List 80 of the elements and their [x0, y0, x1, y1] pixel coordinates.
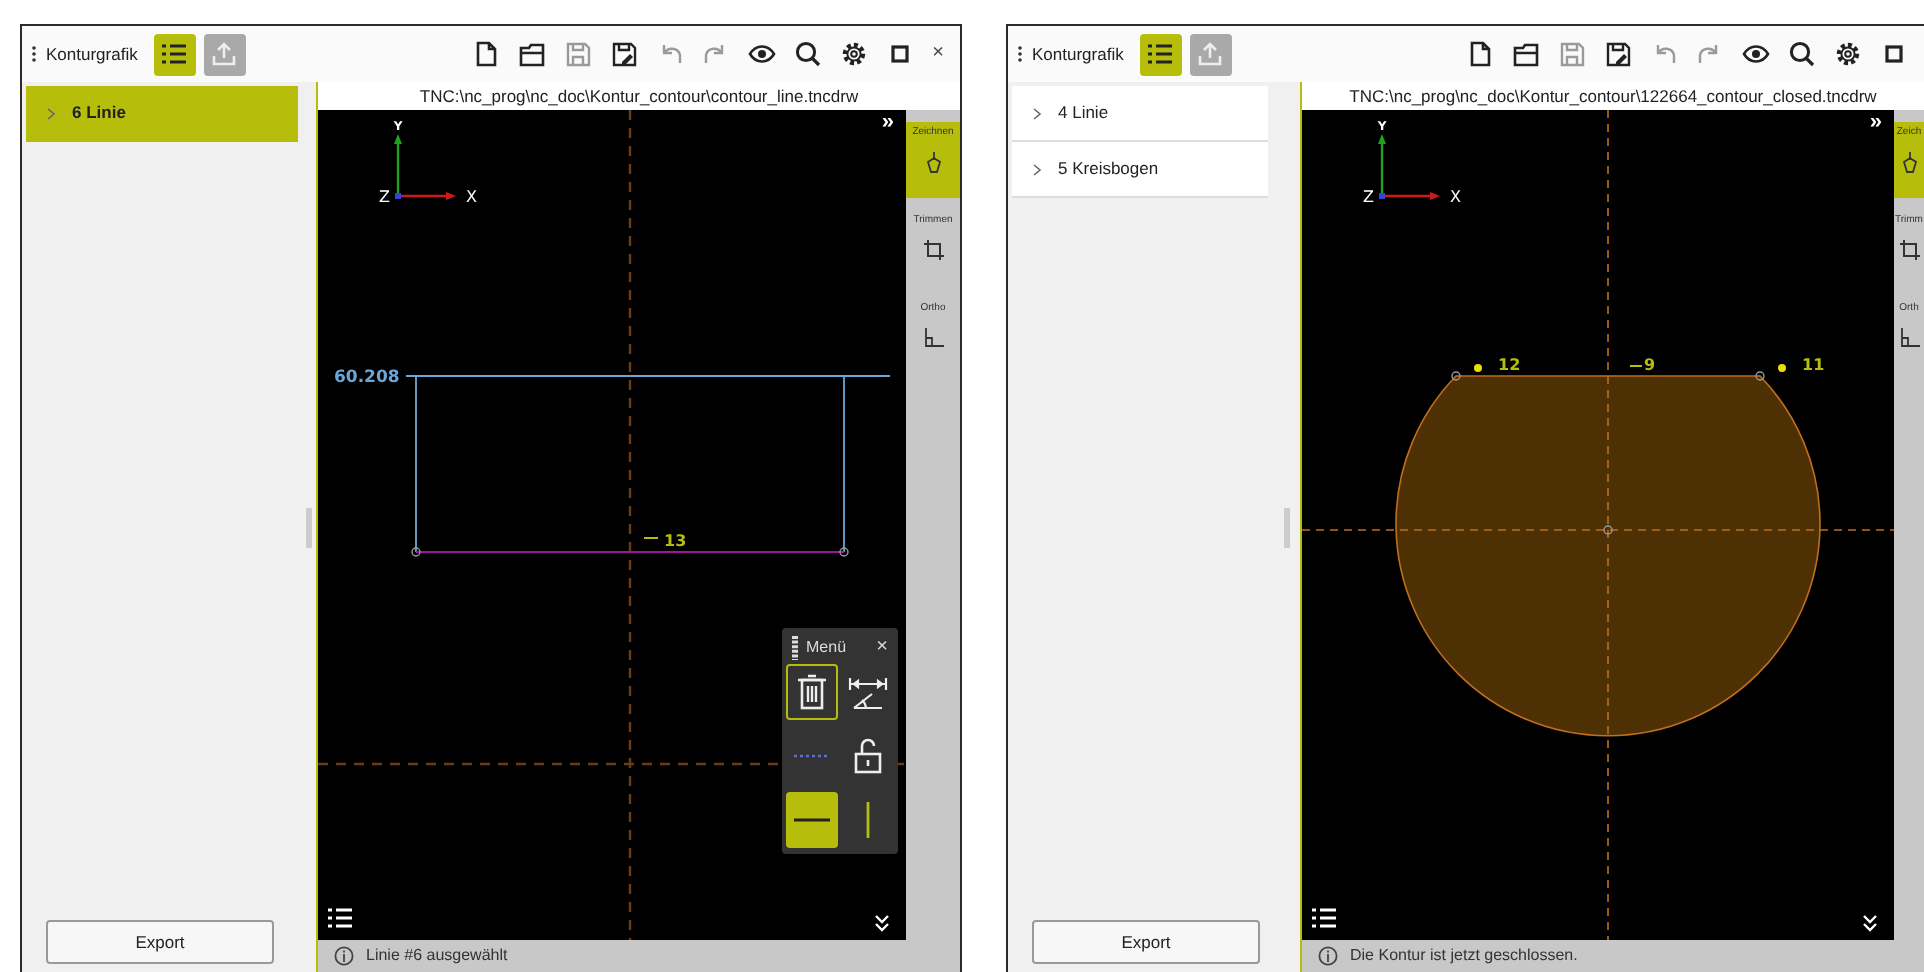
element-number: 9: [1644, 356, 1656, 374]
maximize-icon[interactable]: [886, 40, 915, 68]
export-button[interactable]: Export: [46, 920, 274, 964]
axis-label: X: [466, 188, 477, 206]
element-number: 13: [664, 532, 687, 550]
drag-handle-icon[interactable]: [30, 44, 38, 64]
crop-icon: [1897, 237, 1921, 261]
info-icon: [1318, 946, 1338, 966]
pen-nib-icon: [921, 149, 945, 173]
right-angle-icon: [1897, 325, 1921, 349]
coordinate-axes: [394, 134, 456, 200]
horizontal-line-tool[interactable]: [786, 792, 837, 848]
maximize-icon[interactable]: [1880, 40, 1908, 68]
element-number: 11: [1802, 356, 1825, 374]
list-icon[interactable]: [328, 908, 352, 932]
list-view-button[interactable]: [153, 33, 196, 75]
settings-icon[interactable]: [840, 40, 869, 68]
axis-label: Z: [379, 188, 390, 206]
expand-button[interactable]: »: [881, 112, 894, 134]
status-message: Die Kontur ist jetzt geschlossen.: [1350, 944, 1578, 968]
settings-icon[interactable]: [1834, 40, 1862, 68]
splitter-handle[interactable]: [306, 507, 312, 547]
save-as-icon[interactable]: [610, 40, 639, 68]
right-angle-icon: [921, 325, 945, 349]
contour-element-item[interactable]: 6 Linie: [26, 86, 298, 142]
collapse-icon[interactable]: [1862, 914, 1878, 932]
dimension-value: 60.208: [334, 368, 400, 388]
rectangle-contour[interactable]: [405, 375, 891, 557]
panel-title: Konturgrafik: [1032, 41, 1124, 67]
line-marker: [643, 537, 659, 539]
drag-handle-icon[interactable]: [792, 636, 798, 660]
search-icon[interactable]: [794, 40, 823, 68]
coordinate-axes: [1378, 134, 1440, 200]
axis-label: Z: [1363, 188, 1374, 206]
chevron-icon: [1032, 163, 1042, 175]
contour-element-item[interactable]: 5 Kreisbogen: [1012, 142, 1268, 198]
search-icon[interactable]: [1788, 40, 1816, 68]
save-as-icon[interactable]: [1604, 40, 1632, 68]
info-icon: [334, 946, 354, 966]
vertical-line-icon: [866, 802, 871, 838]
splitter-handle[interactable]: [1283, 507, 1289, 547]
upload-icon: [212, 42, 237, 66]
horizontal-line-icon: [793, 818, 830, 822]
expand-button[interactable]: »: [1869, 112, 1882, 134]
folder-icon[interactable]: [1512, 40, 1540, 68]
pen-nib-icon: [1897, 149, 1921, 173]
file-path: TNC:\nc_prog\nc_doc\Kontur_contour\contour_line.tncdrw: [318, 82, 960, 110]
eye-icon[interactable]: [1742, 40, 1770, 68]
status-message: Linie #6 ausgewählt: [366, 944, 508, 968]
point-marker: [1474, 364, 1482, 372]
chevron-icon: [46, 107, 56, 119]
end-point[interactable]: [1451, 371, 1461, 381]
list-icon[interactable]: [1312, 908, 1336, 932]
upload-icon: [1198, 42, 1223, 66]
trash-tool[interactable]: [786, 664, 837, 720]
new-file-icon[interactable]: [1466, 40, 1494, 68]
file-path: TNC:\nc_prog\nc_doc\Kontur_contour\122664_contour_closed.tncdrw: [1302, 82, 1924, 110]
drag-handle-icon[interactable]: [1016, 44, 1024, 64]
crop-icon: [921, 237, 945, 261]
panel-title: Konturgrafik: [46, 41, 138, 67]
folder-icon[interactable]: [518, 40, 547, 68]
new-file-icon[interactable]: [472, 40, 501, 68]
line-marker: [1629, 365, 1643, 367]
list-icon: [162, 44, 187, 64]
collapse-icon[interactable]: [874, 914, 890, 932]
list-view-button[interactable]: [1139, 33, 1182, 75]
chevron-icon: [1032, 107, 1042, 119]
eye-icon[interactable]: [748, 40, 777, 68]
center-point: [1603, 525, 1613, 535]
close-button[interactable]: ×: [876, 638, 888, 658]
end-point[interactable]: [1755, 371, 1765, 381]
contour-element-item[interactable]: 4 Linie: [1012, 86, 1268, 142]
dashed-line-icon: [793, 754, 830, 758]
list-icon: [1148, 44, 1173, 64]
element-number: 12: [1498, 356, 1521, 374]
axis-label: X: [1450, 188, 1461, 206]
point-marker: [1778, 364, 1786, 372]
export-button[interactable]: Export: [1032, 920, 1260, 964]
close-button[interactable]: ×: [932, 44, 944, 64]
menu-title: Menü: [806, 636, 849, 660]
